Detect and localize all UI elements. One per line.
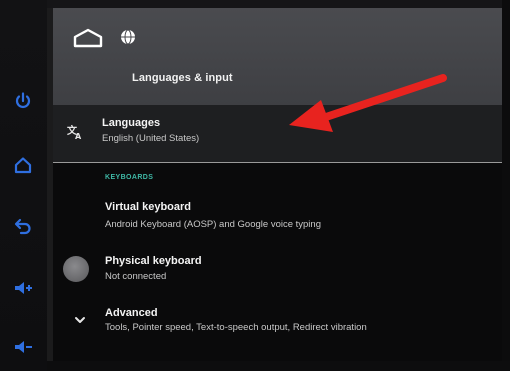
power-button[interactable] [10,88,36,114]
svg-text:A: A [75,132,82,140]
keyboards-section-header: KEYBOARDS [105,174,154,181]
languages-title: Languages [102,117,161,129]
languages-subtitle: English (United States) [102,133,200,144]
globe-icon[interactable] [120,29,136,45]
page-title: Languages & input [132,72,233,84]
device-bezel-top [0,0,510,8]
physical-keyboard-title: Physical keyboard [105,255,202,267]
volume-up-icon [15,282,32,294]
volume-down-button[interactable] [10,334,36,360]
volume-down-icon [15,341,32,353]
touch-indicator [63,256,89,282]
settings-screen: Languages & input 文 A Languages English … [53,8,502,361]
physical-keyboard-subtitle: Not connected [105,271,167,282]
translate-icon: 文 A [67,124,82,140]
virtual-keyboard-title: Virtual keyboard [105,201,191,213]
power-icon [15,92,31,108]
home-outline-icon[interactable] [73,27,103,49]
chevron-down-icon [75,317,85,323]
volume-up-button[interactable] [10,275,36,301]
advanced-subtitle: Tools, Pointer speed, Text-to-speech out… [105,322,367,333]
home-button[interactable] [10,152,36,178]
back-button[interactable] [10,212,36,238]
back-icon [14,218,31,235]
device-bezel-right [502,0,510,371]
home-icon [14,157,32,174]
side-button-strip [0,0,47,371]
divider [53,162,502,163]
device-bezel-bottom [0,361,510,371]
advanced-title: Advanced [105,307,158,319]
red-arrow-annotation [289,74,447,132]
virtual-keyboard-subtitle: Android Keyboard (AOSP) and Google voice… [105,219,321,230]
